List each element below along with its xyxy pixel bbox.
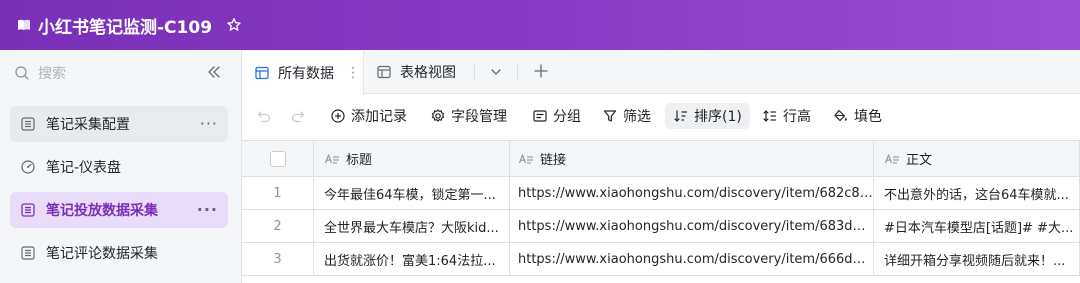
tab-table-view[interactable]: 表格视图 [376,50,456,94]
collapse-sidebar-icon[interactable] [206,64,222,80]
paint-bucket-icon [833,108,849,124]
view-tabbar: 所有数据 ⋮ 表格视图 [242,50,1080,95]
grid-view-icon [376,64,392,80]
more-icon[interactable]: ··· [200,114,218,133]
row-number: 1 [242,177,314,209]
sidebar-item-note-ad-data-collect[interactable]: 笔记投放数据采集 ··· [10,192,228,228]
row-number: 2 [242,210,314,242]
star-icon[interactable] [226,17,242,33]
more-icon[interactable]: ··· [197,200,218,219]
body-cell[interactable]: 不出意外的话，这台64车模就... [874,177,1080,209]
link-text[interactable]: https://www.xiaohongshu.com/discovery/it… [518,252,873,267]
redo-icon[interactable] [290,108,306,124]
column-header-title[interactable]: 标题 [314,141,510,176]
sidebar-item-label: 笔记-仪表盘 [46,160,122,176]
sort-label: 排序(1) [694,109,742,125]
data-grid: 标题 链接 正文 1 今年最佳64车模，锁定第一... https://www.… [242,140,1080,283]
search-icon [14,65,30,81]
sidebar-item-label: 笔记采集配置 [46,117,130,133]
sidebar-item-label: 笔记投放数据采集 [46,203,158,219]
tab-menu-icon[interactable]: ⋮ [346,65,360,81]
table-row[interactable]: 2 全世界最大车模店？大阪kid... https://www.xiaohong… [242,210,1080,243]
table-icon [20,202,36,218]
filter-icon [602,108,618,124]
toolbar: 添加记录 字段管理 分组 筛选 排序(1) 行高 填色 [242,95,1080,137]
link-cell[interactable]: https://www.xiaohongshu.com/discovery/it… [510,177,874,209]
group-icon [532,108,548,124]
title-cell[interactable]: 全世界最大车模店？大阪kid... [314,210,510,242]
row-height-icon [762,108,778,124]
sort-button[interactable]: 排序(1) [665,103,750,129]
divider [474,64,475,80]
column-header-body[interactable]: 正文 [874,141,1080,176]
filter-button[interactable]: 筛选 [602,103,651,129]
sidebar-item-note-comment-collect[interactable]: 笔记评论数据采集 [10,235,228,271]
add-view-icon[interactable] [532,62,550,80]
column-header-link[interactable]: 链接 [510,141,874,176]
select-all-checkbox[interactable] [269,150,286,167]
table-row[interactable]: 1 今年最佳64车模，锁定第一... https://www.xiaohongs… [242,177,1080,210]
field-manage-button[interactable]: 字段管理 [430,103,507,129]
link-cell[interactable]: https://www.xiaohongshu.com/discovery/it… [510,210,874,242]
title-cell[interactable]: 今年最佳64车模，锁定第一... [314,177,510,209]
title-cell[interactable]: 出货就涨价！富美1:64法拉... [314,243,510,275]
add-record-label: 添加记录 [351,109,407,125]
text-field-icon [518,152,534,166]
title-text: 全世界最大车模店？大阪kid... [324,220,499,236]
text-field-icon [324,152,340,166]
table-icon [20,245,36,261]
row-height-label: 行高 [783,109,811,125]
column-header-label: 链接 [540,153,567,168]
row-height-button[interactable]: 行高 [762,103,811,129]
sidebar-search[interactable]: 搜索 [14,62,230,84]
table-row[interactable]: 3 出货就涨价！富美1:64法拉... https://www.xiaohong… [242,243,1080,276]
add-record-button[interactable]: 添加记录 [330,103,407,129]
title-text: 今年最佳64车模，锁定第一... [324,187,496,203]
tab-all-data[interactable]: 所有数据 ⋮ [242,50,364,95]
body-cell[interactable]: 详细开箱分享视频随后就来！... [874,243,1080,275]
row-number: 3 [242,243,314,275]
book-icon [16,17,32,33]
tab-label: 表格视图 [400,65,456,81]
column-header-label: 正文 [906,153,933,168]
sidebar-item-note-collect-config[interactable]: 笔记采集配置 ··· [10,106,228,142]
link-text[interactable]: https://www.xiaohongshu.com/discovery/it… [518,186,873,201]
sidebar-item-label: 笔记评论数据采集 [46,246,158,262]
undo-icon[interactable] [256,108,272,124]
body-cell[interactable]: #日本汽车模型店[话题]# #大... [874,210,1080,242]
chevron-down-icon[interactable] [488,64,504,80]
link-text[interactable]: https://www.xiaohongshu.com/discovery/it… [518,219,873,234]
select-all-cell[interactable] [242,141,314,176]
fill-color-label: 填色 [854,109,882,125]
field-manage-label: 字段管理 [451,109,507,125]
grid-view-icon [254,65,270,81]
group-label: 分组 [553,109,581,125]
column-header-label: 标题 [346,153,373,168]
search-input[interactable]: 搜索 [38,63,66,83]
body-text: 不出意外的话，这台64车模就... [884,187,1069,203]
sidebar-item-note-dashboard[interactable]: 笔记-仪表盘 [10,149,228,185]
gear-icon [430,108,446,124]
fill-color-button[interactable]: 填色 [833,103,882,129]
sidebar: 搜索 笔记采集配置 ··· 笔记-仪表盘 笔记投放数据采集 ··· 笔记评论数据… [0,50,242,283]
dashboard-icon [20,159,36,175]
link-cell[interactable]: https://www.xiaohongshu.com/discovery/it… [510,243,874,275]
plus-circle-icon [330,108,346,124]
table-header-row: 标题 链接 正文 [242,141,1080,177]
app-title: 小红书笔记监测-C109 [38,17,213,38]
tab-label: 所有数据 [278,65,334,82]
text-field-icon [884,152,900,166]
divider [517,64,518,80]
body-text: 详细开箱分享视频随后就来！... [884,253,1066,269]
table-icon [20,116,36,132]
filter-label: 筛选 [623,109,651,125]
body-text: #日本汽车模型店[话题]# #大... [884,220,1074,236]
sort-icon [673,108,689,124]
group-button[interactable]: 分组 [532,103,581,129]
title-text: 出货就涨价！富美1:64法拉... [324,253,496,269]
app-header: 小红书笔记监测-C109 [0,0,1080,50]
